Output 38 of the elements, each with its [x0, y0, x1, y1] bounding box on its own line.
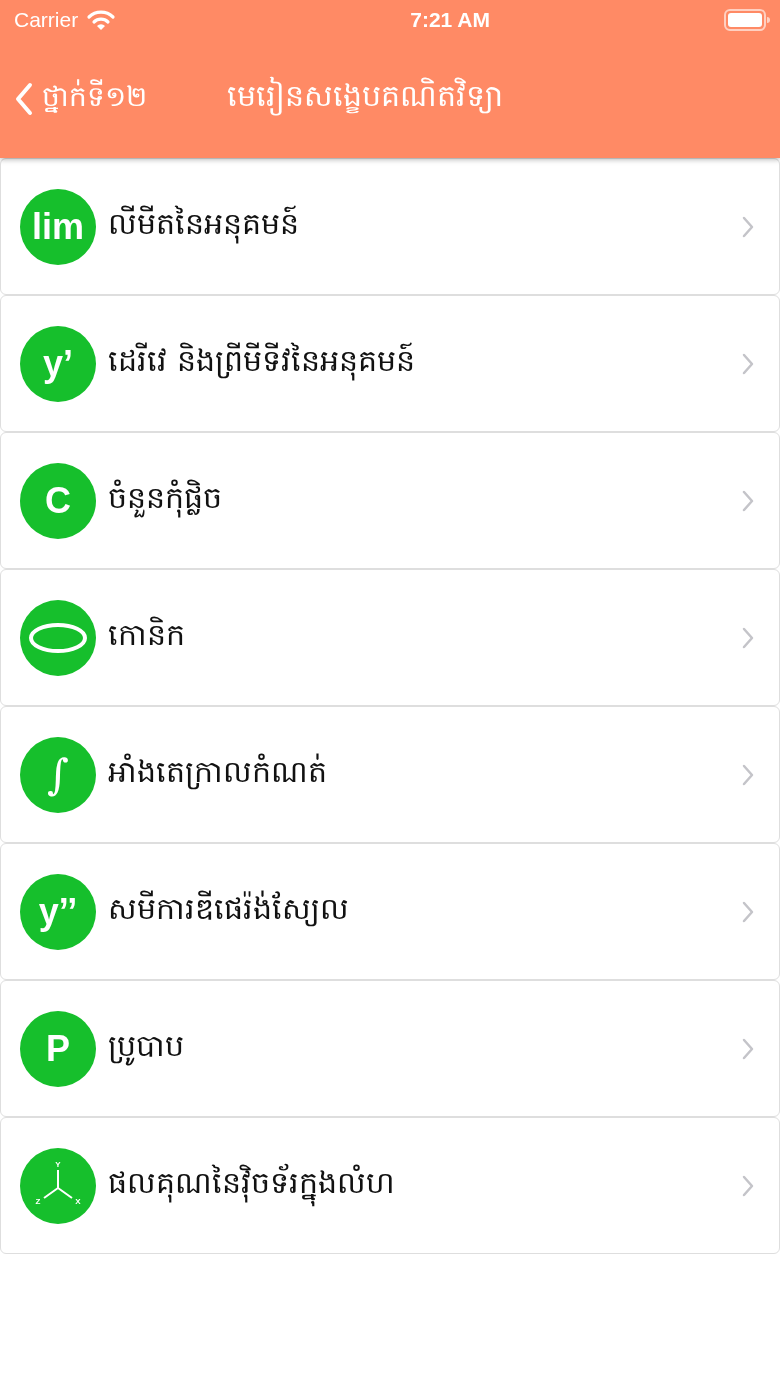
chevron-right-icon	[741, 625, 755, 650]
lesson-icon: C	[20, 462, 96, 539]
lesson-list-item[interactable]: ∫ អាំងតេក្រាលកំណត់	[0, 706, 780, 843]
status-time: 7:21 AM	[410, 8, 490, 32]
lesson-list-item[interactable]: Y Z X ផលគុណនៃវ៉ិចទ័រក្នុងលំហ	[0, 1117, 780, 1254]
wifi-icon	[86, 9, 117, 31]
lesson-title: ប្រូបាប	[108, 1026, 741, 1071]
lesson-icon: ∫	[20, 736, 96, 813]
lesson-list-item[interactable]: y’ ដេរីវេ និងព្រីមីទីវនៃអនុគមន៍	[0, 295, 780, 432]
lesson-title: កោនិក	[108, 615, 186, 654]
lesson-icon: lim	[20, 188, 96, 265]
lesson-list-item[interactable]: y’’ សមីការឌីផេរ៉ង់ស្យែល	[0, 843, 780, 980]
screen-title: មេរៀនសង្ខេបគណិតវិទ្យា	[227, 77, 503, 121]
lesson-list-item[interactable]: C ចំនួនកុំផ្លិច	[0, 432, 780, 569]
ellipse-icon	[20, 599, 96, 676]
lesson-title: លីមីតនៃអនុគមន៍	[108, 204, 741, 249]
lesson-title: អាំងតេក្រាលកំណត់	[108, 752, 328, 792]
lesson-icon: P	[20, 1010, 96, 1087]
back-chevron-icon	[14, 82, 34, 116]
chevron-right-icon	[741, 762, 755, 787]
lesson-list-item[interactable]: P ប្រូបាប	[0, 980, 780, 1117]
carrier-label: Carrier	[14, 8, 79, 32]
lesson-title: ចំនួនកុំផ្លិច	[108, 478, 741, 523]
chevron-right-icon	[741, 1036, 755, 1061]
axes-icon: Y Z X	[20, 1147, 96, 1224]
chevron-right-icon	[741, 1173, 755, 1198]
lesson-icon: y’	[20, 325, 96, 402]
lesson-title: ដេរីវេ និងព្រីមីទីវនៃអនុគមន៍	[108, 341, 741, 386]
chevron-right-icon	[741, 214, 755, 239]
lesson-title: ផលគុណនៃវ៉ិចទ័រក្នុងលំហ	[108, 1163, 741, 1208]
lesson-icon: y’’	[20, 873, 96, 950]
battery-icon	[724, 9, 770, 31]
lesson-list-item[interactable]: កោនិក	[0, 569, 780, 706]
chevron-right-icon	[741, 899, 755, 924]
lesson-list-item[interactable]: lim លីមីតនៃអនុគមន៍	[0, 158, 780, 295]
chevron-right-icon	[741, 351, 755, 376]
chevron-right-icon	[741, 488, 755, 513]
lesson-title: សមីការឌីផេរ៉ង់ស្យែល	[108, 889, 350, 929]
